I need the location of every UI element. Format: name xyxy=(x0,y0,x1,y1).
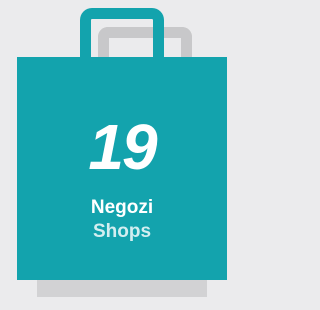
shops-count: 19 xyxy=(88,111,157,183)
shopping-bag-icon: 19 Negozi Shops xyxy=(17,57,227,280)
shops-stat-card: 19 Negozi Shops xyxy=(0,0,244,310)
shops-label-italian: Negozi xyxy=(90,197,154,218)
shops-label-english: Shops xyxy=(92,221,152,242)
